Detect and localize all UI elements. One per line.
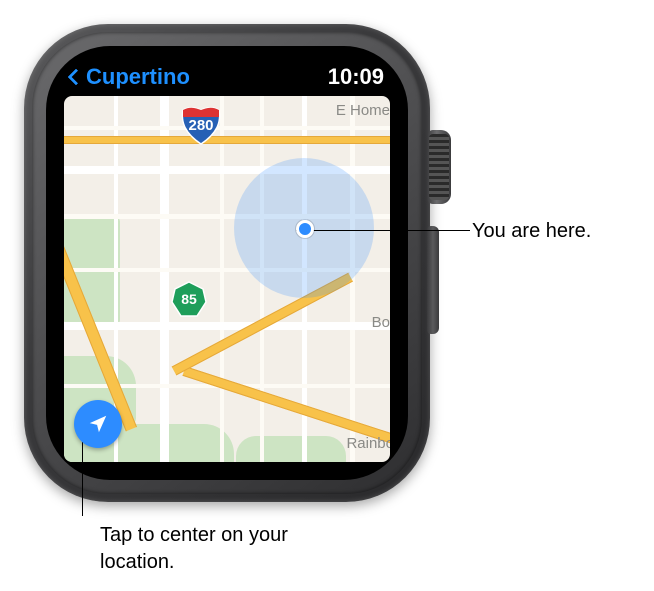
chevron-left-icon (68, 69, 85, 86)
shield-number: 280 (188, 117, 213, 134)
side-button[interactable] (427, 226, 439, 334)
road (160, 96, 169, 462)
map-label: E Home (336, 102, 390, 119)
park-area (236, 436, 346, 462)
callout-text: You are here. (472, 218, 591, 245)
callout-leader (296, 230, 470, 231)
road (64, 322, 390, 330)
back-button[interactable]: Cupertino (70, 64, 190, 90)
shield-number: 85 (181, 291, 197, 307)
state-route-shield: 85 (170, 280, 208, 318)
clock-time: 10:09 (328, 64, 384, 90)
callout-leader (82, 432, 83, 516)
road (220, 96, 224, 462)
recenter-button[interactable] (74, 400, 122, 448)
status-bar: Cupertino 10:09 (46, 58, 408, 96)
highway (64, 136, 390, 144)
map-label: Rainbo (346, 435, 390, 452)
road (64, 126, 390, 130)
location-arrow-icon (87, 413, 109, 435)
interstate-shield: 280 (180, 104, 222, 146)
watch-screen: Cupertino 10:09 (46, 46, 408, 480)
back-label: Cupertino (86, 64, 190, 90)
map-label: Bo (372, 314, 390, 331)
map-view[interactable]: 280 85 E Home Bo Rainbo (64, 96, 390, 462)
digital-crown[interactable] (427, 130, 451, 204)
callout-text: Tap to center on your location. (100, 522, 320, 576)
location-dot-icon (296, 220, 314, 238)
watch-case: Cupertino 10:09 (24, 24, 430, 502)
